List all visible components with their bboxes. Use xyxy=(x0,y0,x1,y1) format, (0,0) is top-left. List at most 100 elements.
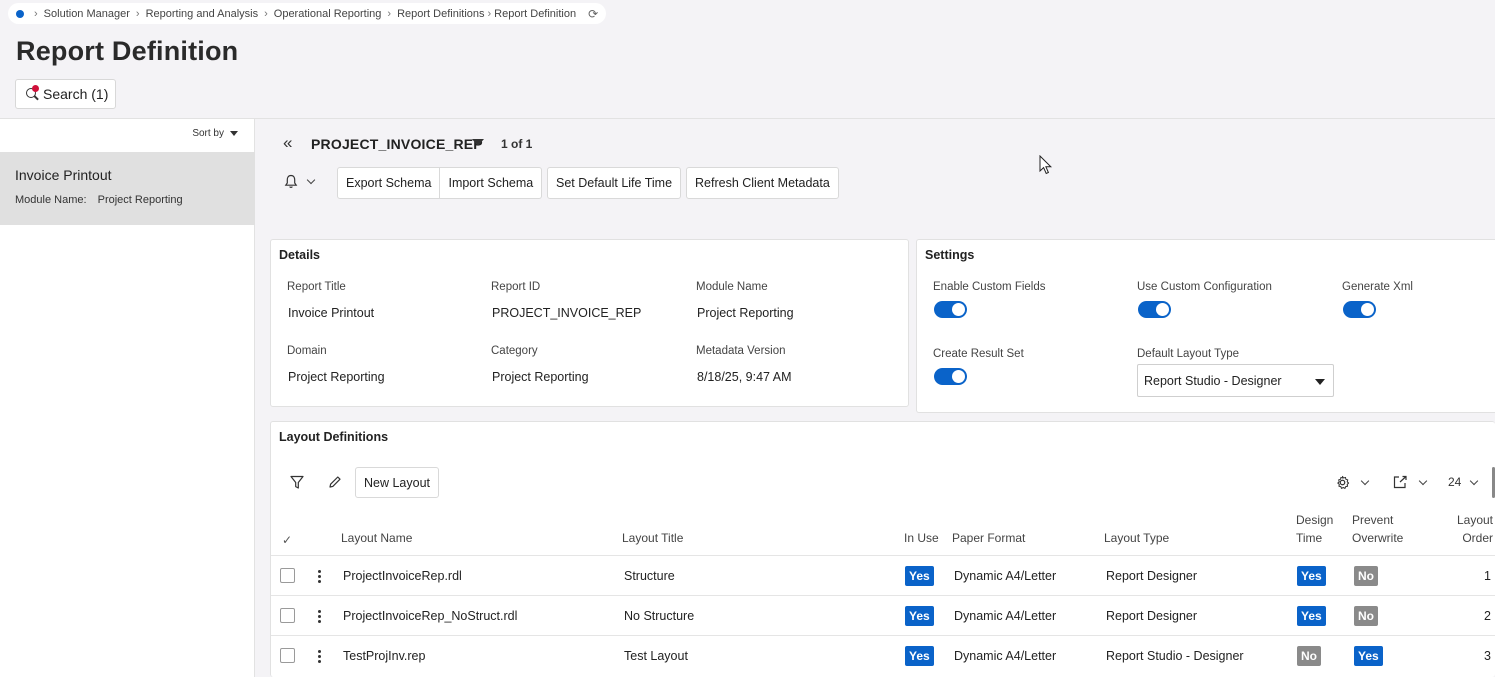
breadcrumb-item-solution-manager[interactable]: Solution Manager xyxy=(44,8,130,20)
chevron-down-icon xyxy=(1360,476,1370,486)
record-list-item-module: Module Name: Project Reporting xyxy=(15,194,255,206)
cell-in-use-badge: Yes xyxy=(905,566,934,586)
col-header-layout-type[interactable]: Layout Type xyxy=(1104,530,1169,546)
metadata-version-value: 8/18/25, 9:47 AM xyxy=(697,370,792,384)
record-pager: 1 of 1 xyxy=(501,137,533,151)
settings-title: Settings xyxy=(925,248,975,262)
default-layout-type-value: Report Studio - Designer xyxy=(1144,373,1282,388)
record-list-item-title: Invoice Printout xyxy=(15,167,112,183)
breadcrumb-item-report-definitions[interactable]: Report Definitions xyxy=(397,8,484,20)
col-header-in-use[interactable]: In Use xyxy=(904,530,939,546)
col-header-layout-order-line1: Layout xyxy=(1456,513,1493,527)
import-schema-button[interactable]: Import Schema xyxy=(440,167,543,199)
schema-button-group: Export Schema Import Schema xyxy=(337,167,543,199)
create-result-set-toggle[interactable] xyxy=(934,368,967,385)
cell-prevent-overwrite-badge: Yes xyxy=(1354,646,1383,666)
row-checkbox[interactable] xyxy=(280,648,295,663)
home-icon[interactable] xyxy=(16,9,24,18)
row-checkbox[interactable] xyxy=(280,568,295,583)
settings-card: Settings Enable Custom Fields Use Custom… xyxy=(916,239,1495,413)
use-custom-configuration-label: Use Custom Configuration xyxy=(1137,281,1272,293)
module-name-value: Project Reporting xyxy=(97,194,183,206)
refresh-client-metadata-button[interactable]: Refresh Client Metadata xyxy=(686,167,839,199)
chevron-down-icon xyxy=(306,175,316,185)
category-value: Project Reporting xyxy=(492,370,589,384)
row-kebab-menu-icon[interactable] xyxy=(318,650,322,665)
sort-by-label: Sort by xyxy=(192,128,224,139)
cell-prevent-overwrite-badge: No xyxy=(1354,606,1378,626)
life-time-button-group: Set Default Life Time xyxy=(547,167,682,199)
cell-layout-type: Report Studio - Designer xyxy=(1106,649,1244,663)
notifications-menu[interactable] xyxy=(284,174,316,189)
set-default-life-time-button[interactable]: Set Default Life Time xyxy=(547,167,682,199)
domain-value: Project Reporting xyxy=(288,370,385,384)
sort-by-dropdown[interactable]: Sort by xyxy=(192,128,238,139)
cell-design-time-badge: No xyxy=(1297,646,1321,666)
chevron-down-icon xyxy=(1470,476,1479,485)
module-name-label: Module Name: xyxy=(15,194,87,206)
col-header-paper-format[interactable]: Paper Format xyxy=(952,530,1025,546)
collapse-panel-icon[interactable]: « xyxy=(283,133,292,153)
col-header-prevent-overwrite[interactable]: Prevent Overwrite xyxy=(1352,512,1403,546)
record-list-item[interactable]: Invoice Printout Module Name: Project Re… xyxy=(0,152,255,225)
export-menu[interactable] xyxy=(1393,475,1428,489)
record-selector-caret-icon[interactable] xyxy=(472,139,484,146)
export-schema-button[interactable]: Export Schema xyxy=(337,167,441,199)
cell-layout-order: 2 xyxy=(1484,609,1491,623)
refresh-icon[interactable]: ⟳ xyxy=(588,7,598,21)
report-title-value: Invoice Printout xyxy=(288,306,375,320)
col-header-prevent-overwrite-line1: Prevent xyxy=(1352,513,1394,527)
page-size-menu[interactable]: 24 xyxy=(1448,475,1479,489)
breadcrumb-item-reporting-analysis[interactable]: Reporting and Analysis xyxy=(146,8,259,20)
cell-layout-type: Report Designer xyxy=(1106,569,1198,583)
table-settings-menu[interactable] xyxy=(1335,475,1370,490)
record-selector[interactable]: PROJECT_INVOICE_REP xyxy=(311,136,483,152)
category-label: Category xyxy=(491,345,538,357)
default-layout-type-select[interactable]: Report Studio - Designer xyxy=(1137,364,1334,397)
cell-layout-title: Structure xyxy=(624,569,675,583)
cell-design-time-badge: Yes xyxy=(1297,566,1326,586)
row-kebab-menu-icon[interactable] xyxy=(318,610,322,625)
edit-icon[interactable] xyxy=(328,475,342,489)
row-divider xyxy=(271,595,1495,596)
cell-design-time-badge: Yes xyxy=(1297,606,1326,626)
report-title-label: Report Title xyxy=(287,281,346,293)
layout-definitions-card: Layout Definitions New Layout 24 ✓ Layou… xyxy=(270,421,1495,677)
report-id-label: Report ID xyxy=(491,281,541,293)
col-header-layout-name[interactable]: Layout Name xyxy=(341,530,412,546)
breadcrumb-item-report-definition: Report Definition xyxy=(494,7,577,20)
cell-layout-name: TestProjInv.rep xyxy=(343,649,426,663)
col-header-layout-order-line2: Order xyxy=(1462,531,1493,545)
col-header-layout-title[interactable]: Layout Title xyxy=(622,530,683,546)
module-name-label: Module Name xyxy=(696,281,768,293)
new-layout-button[interactable]: New Layout xyxy=(355,467,440,498)
breadcrumb-item-operational-reporting[interactable]: Operational Reporting xyxy=(274,8,382,20)
chevron-right-icon: › xyxy=(264,7,268,20)
select-all-checkmark-icon[interactable]: ✓ xyxy=(282,533,292,547)
cell-layout-name: ProjectInvoiceRep.rdl xyxy=(343,569,462,583)
generate-xml-toggle[interactable] xyxy=(1343,301,1376,318)
cell-in-use-badge: Yes xyxy=(905,606,934,626)
cell-layout-order: 3 xyxy=(1484,649,1491,663)
export-icon xyxy=(1393,475,1407,489)
create-result-set-label: Create Result Set xyxy=(933,348,1024,360)
mouse-cursor-icon xyxy=(1039,155,1053,175)
row-divider xyxy=(271,635,1495,636)
search-button[interactable]: Search (1) xyxy=(15,79,116,109)
cell-prevent-overwrite-badge: No xyxy=(1354,566,1378,586)
row-kebab-menu-icon[interactable] xyxy=(318,570,322,585)
col-header-design-time[interactable]: Design Time xyxy=(1296,512,1333,546)
bell-icon xyxy=(284,174,298,188)
enable-custom-fields-toggle[interactable] xyxy=(934,301,967,318)
chevron-right-icon: › xyxy=(135,7,140,20)
use-custom-configuration-toggle[interactable] xyxy=(1138,301,1171,318)
page-title: Report Definition xyxy=(16,36,239,66)
filter-icon[interactable] xyxy=(290,475,304,490)
cell-layout-title: No Structure xyxy=(624,609,695,623)
row-checkbox[interactable] xyxy=(280,608,295,623)
col-header-design-time-line1: Design xyxy=(1296,513,1334,527)
gear-icon xyxy=(1337,475,1350,489)
caret-down-icon xyxy=(1315,379,1325,385)
col-header-layout-order[interactable]: Layout Order xyxy=(1453,512,1493,546)
chevron-right-icon: › xyxy=(387,7,392,20)
